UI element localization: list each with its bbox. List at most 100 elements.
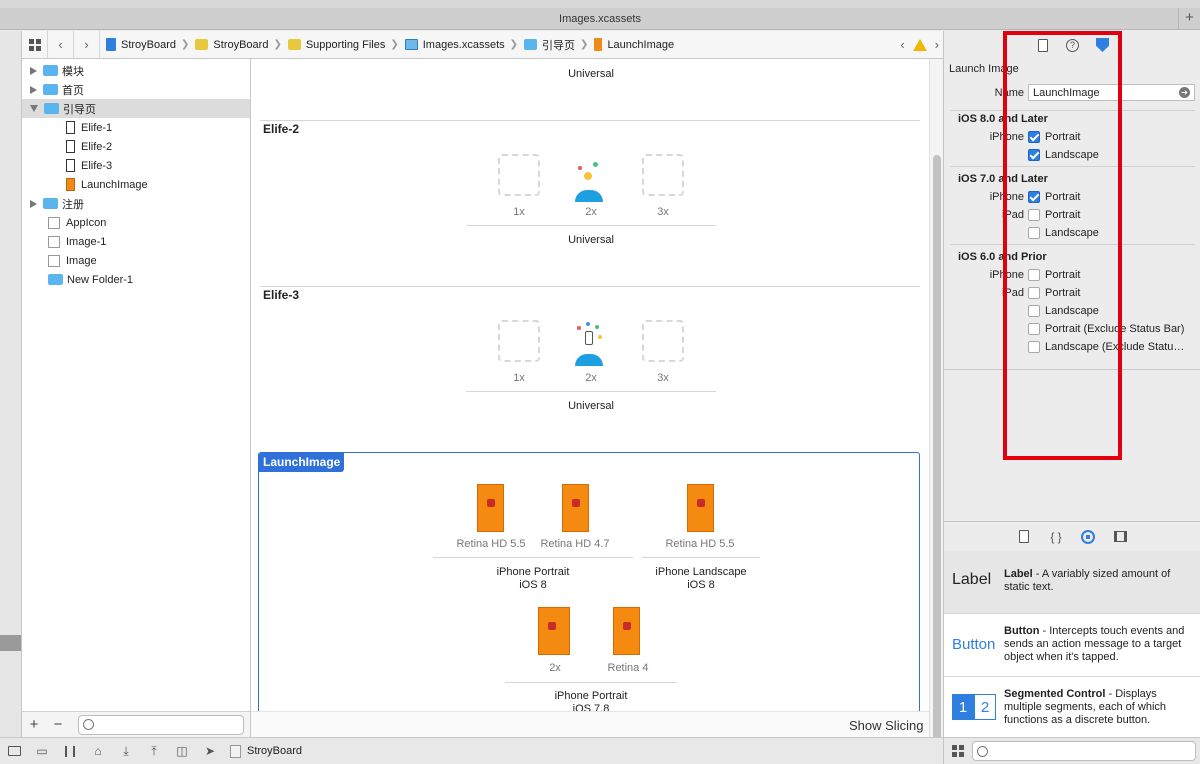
step-out-icon: ⤒ [151,743,157,758]
scheme-selector[interactable]: StroyBoard [230,744,302,758]
breadcrumb-label: 引导页 [542,39,576,52]
universal-label: Universal [568,234,614,246]
tree-item-elife-1[interactable]: Elife-1 [22,118,250,137]
divider [642,557,760,558]
folder-icon [195,39,209,50]
breadcrumb-project[interactable]: StroyBoard ❯ [106,38,189,51]
divider [260,286,920,287]
tree-item-label: Image [66,254,97,267]
launch-image-well[interactable] [687,484,714,532]
view-hierarchy-button[interactable]: ◫ [168,738,196,764]
tree-item-elife-3[interactable]: Elife-3 [22,156,250,175]
grid-view-icon[interactable] [952,745,964,757]
grid-icon [28,38,41,51]
tree-item-guide[interactable]: 引导页 [22,99,250,118]
breadcrumb-supporting-files[interactable]: Supporting Files ❯ [287,38,399,51]
debug-bar: ▭ ⌂ ⤓ ⤒ ◫ ➤ StroyBoard [0,737,943,764]
file-template-library-tab[interactable] [1017,530,1031,544]
folder-icon [43,198,58,209]
library-item-button[interactable]: Button Button - Intercepts touch events … [944,614,1200,677]
tree-item-appicon[interactable]: AppIcon [22,213,250,232]
folder-icon [48,274,63,285]
library-item-segmented-control[interactable]: 1 2 Segmented Control - Displays multipl… [944,677,1200,737]
launch-image-well[interactable] [538,607,570,655]
navigator-footer: + − [22,711,251,737]
tree-item-image-1[interactable]: Image-1 [22,232,250,251]
launch-group-device: iPhone Portrait [554,690,628,702]
image-well-2x[interactable] [573,158,611,202]
warning-icon[interactable] [912,38,927,51]
globe-graphic [575,354,603,366]
disclosure-triangle-icon[interactable] [30,105,38,112]
show-slicing-button[interactable]: Show Slicing [849,718,923,733]
launch-image-well[interactable] [613,607,640,655]
tree-item-label: LaunchImage [81,178,148,191]
blue-folder-icon [524,39,538,50]
step-in-button[interactable]: ⤓ [112,738,140,764]
nav-forward-button[interactable]: › [74,30,100,59]
editor-scrollbar[interactable] [929,59,943,764]
add-asset-button[interactable]: + [22,716,46,733]
remove-asset-button[interactable]: − [46,716,70,733]
tree-item-new-folder[interactable]: New Folder-1 [22,270,250,289]
breadcrumb-label: Supporting Files [305,38,386,51]
jump-bar: ‹ › StroyBoard ❯ StroyBoard ❯ Supporting… [22,30,943,59]
library-filter-input[interactable] [972,741,1196,761]
tree-item-elife-2[interactable]: Elife-2 [22,137,250,156]
breadcrumb-asset-catalog[interactable]: Images.xcassets ❯ [404,39,518,51]
object-library-tab[interactable] [1081,529,1095,544]
tree-item-image[interactable]: Image [22,251,250,270]
launch-image-well[interactable] [477,484,504,532]
tree-item-register[interactable]: 注册 [22,194,250,213]
tree-item-modules[interactable]: 模块 [22,61,250,80]
tree-item-label: 首页 [62,84,84,97]
breadcrumb-group[interactable]: StroyBoard ❯ [195,39,282,51]
breakpoints-button[interactable]: ▭ [28,738,56,764]
code-snippet-library-tab[interactable]: { } [1049,530,1063,544]
library-item-title: Segmented Control [1004,688,1106,700]
breadcrumb-guide-folder[interactable]: 引导页 ❯ [524,37,588,53]
tree-item-label: 模块 [62,65,84,78]
navigator-filter-input[interactable] [78,714,244,735]
step-out-button[interactable]: ⤒ [140,738,168,764]
step-over-button[interactable]: ⌂ [84,738,112,764]
simulate-location-button[interactable]: ➤ [196,738,224,764]
nav-back-button[interactable]: ‹ [48,30,74,59]
library-item-label[interactable]: Label Label - A variably sized amount of… [944,551,1200,614]
chevron-right-icon: ❯ [580,39,589,50]
breakpoint-icon: ▭ [36,744,48,758]
image-slot-1x[interactable] [498,320,540,362]
scale-label-2x: 2x [585,372,597,384]
disclosure-triangle-icon[interactable] [30,66,37,75]
folder-icon [43,84,58,95]
pause-button[interactable] [56,738,84,764]
image-slot-1x[interactable] [498,154,540,196]
library-footer [943,737,1200,764]
new-tab-button[interactable]: + [1178,8,1200,29]
disclosure-triangle-icon[interactable] [30,85,37,94]
segmented-control-icon: 1 2 [952,694,996,720]
window-tab-title[interactable]: Images.xcassets [559,13,641,25]
tree-item-launch-image[interactable]: LaunchImage [22,175,250,194]
image-slot-3x[interactable] [642,320,684,362]
previous-issue-button[interactable]: ‹ [900,37,904,52]
next-issue-button[interactable]: › [935,37,939,52]
scale-label-1x: 1x [513,206,525,218]
image-well-2x[interactable] [573,322,611,366]
tree-item-label: AppIcon [66,216,107,229]
arrow-right-circle-icon[interactable]: ➜ [1179,87,1190,98]
tree-item-home[interactable]: 首页 [22,80,250,99]
image-slot-3x[interactable] [642,154,684,196]
related-items-button[interactable] [22,30,48,59]
scrollbar-knob[interactable] [933,155,941,764]
launch-image-set[interactable]: LaunchImage Retina HD 5.5 Retina HD 4.7 … [258,452,920,737]
breadcrumb-launch-image[interactable]: LaunchImage [594,38,674,51]
disclosure-triangle-icon[interactable] [30,199,37,208]
toggle-debug-area-button[interactable] [0,738,28,764]
window-left-edge [0,31,22,737]
media-library-tab[interactable] [1113,530,1127,544]
tree-item-label: Image-1 [66,235,107,248]
scale-label-3x: 3x [657,206,669,218]
breadcrumb-label: LaunchImage [607,38,675,51]
launch-image-well[interactable] [562,484,589,532]
